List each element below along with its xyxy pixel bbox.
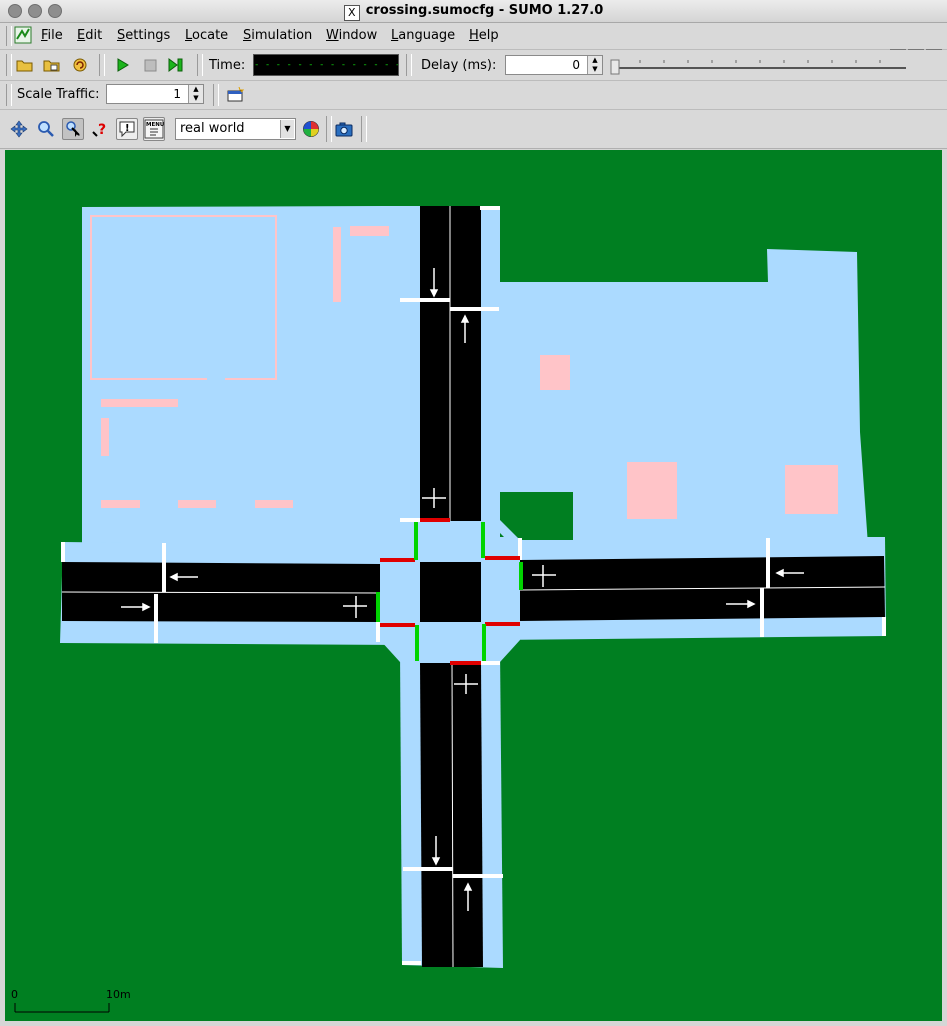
open-network-icon[interactable] xyxy=(42,55,62,75)
menu-bar: File Edit Settings Locate Simulation Win… xyxy=(0,23,947,65)
color-scheme-select[interactable]: real world ▼ xyxy=(175,118,296,140)
window-titlebar: Xcrossing.sumocfg - SUMO 1.27.0 xyxy=(0,0,947,23)
poi-square xyxy=(627,462,677,519)
menu-help[interactable]: Help xyxy=(469,28,499,43)
poi-square xyxy=(785,465,838,514)
view-toolbar: ? ! MENU real world ▼ xyxy=(0,110,947,149)
window-title: crossing.sumocfg - SUMO 1.27.0 xyxy=(365,3,604,18)
toggle-breakpoint-icon[interactable]: ! xyxy=(116,118,138,140)
stop-icon[interactable] xyxy=(140,55,160,75)
delay-slider[interactable] xyxy=(610,56,910,76)
menu-file[interactable]: File xyxy=(41,28,63,43)
scale-traffic-spinner[interactable]: 1 ▲ ▼ xyxy=(106,84,204,104)
time-display: - - - - - - - - - - - - - - xyxy=(253,54,399,76)
time-label: Time: xyxy=(209,58,246,73)
building-door-gap xyxy=(207,377,225,381)
color-scheme-value: real world xyxy=(180,121,245,136)
road-south xyxy=(420,663,483,967)
scale-traffic-label: Scale Traffic: xyxy=(17,87,100,102)
delay-spinner[interactable]: 0 ▲ ▼ xyxy=(505,55,603,75)
recenter-view-icon[interactable] xyxy=(9,119,29,139)
poi-bar xyxy=(101,399,178,407)
window-title-area: Xcrossing.sumocfg - SUMO 1.27.0 xyxy=(0,3,947,21)
scale-bar-end: 10m xyxy=(106,988,131,1001)
svg-text:?: ? xyxy=(98,122,106,138)
toolbar-grip[interactable] xyxy=(6,84,12,106)
toolbar-separator xyxy=(326,116,332,142)
menubar-grip[interactable] xyxy=(6,26,12,46)
scale-traffic-value: 1 xyxy=(173,87,181,101)
scale-bar xyxy=(14,1002,110,1013)
poi-bar xyxy=(350,226,389,236)
junction-center xyxy=(420,562,481,622)
poi-bar xyxy=(255,500,293,508)
delay-label: Delay (ms): xyxy=(421,58,497,73)
toolbar-grip[interactable] xyxy=(213,84,219,106)
menu-edit[interactable]: Edit xyxy=(77,28,102,43)
reload-icon[interactable] xyxy=(70,55,90,75)
delay-value: 0 xyxy=(572,58,580,72)
menu-window[interactable]: Window xyxy=(326,28,377,43)
step-icon[interactable] xyxy=(166,55,186,75)
play-icon[interactable] xyxy=(112,55,132,75)
locate-vehicle-icon[interactable]: ? xyxy=(90,119,110,139)
dropdown-arrow-icon[interactable]: ▼ xyxy=(280,120,294,138)
poi-bar xyxy=(101,418,109,456)
menu-simulation[interactable]: Simulation xyxy=(243,28,312,43)
toolbar-grip[interactable] xyxy=(6,54,12,76)
menu-settings[interactable]: Settings xyxy=(117,28,170,43)
toolbar-grip[interactable] xyxy=(406,54,412,76)
locate-junction-icon[interactable] xyxy=(62,118,84,140)
toolbar-traffic: Scale Traffic: 1 ▲ ▼ xyxy=(0,81,947,110)
screenshot-camera-icon[interactable] xyxy=(334,119,354,139)
new-view-icon[interactable] xyxy=(225,85,245,105)
svg-text:!: ! xyxy=(125,123,130,134)
poi-bar xyxy=(178,500,216,508)
svg-text:MENU: MENU xyxy=(146,122,164,128)
poi-bar xyxy=(333,227,341,302)
x11-icon: X xyxy=(343,5,360,21)
poi-bar xyxy=(101,500,140,508)
zoom-icon[interactable] xyxy=(36,119,56,139)
open-folder-icon[interactable] xyxy=(15,55,35,75)
spinner-arrows-icon[interactable]: ▲ ▼ xyxy=(587,56,602,74)
edit-viewport-icon[interactable]: MENU xyxy=(143,117,165,141)
poi-square xyxy=(540,355,570,390)
sumo-app-icon xyxy=(14,26,32,44)
toolbar-simulation: Time: - - - - - - - - - - - - - - Delay … xyxy=(0,50,947,81)
toolbar-grip[interactable] xyxy=(99,54,105,76)
color-wheel-icon[interactable] xyxy=(301,119,321,139)
menu-language[interactable]: Language xyxy=(391,28,455,43)
network-view-canvas[interactable]: 0 10m xyxy=(5,150,942,1021)
network-drawing[interactable] xyxy=(5,150,942,1021)
toolbar-separator xyxy=(361,116,367,142)
toolbar-grip[interactable] xyxy=(197,54,203,76)
menu-locate[interactable]: Locate xyxy=(185,28,228,43)
spinner-arrows-icon[interactable]: ▲ ▼ xyxy=(188,85,203,103)
scale-bar-start: 0 xyxy=(11,988,18,1001)
